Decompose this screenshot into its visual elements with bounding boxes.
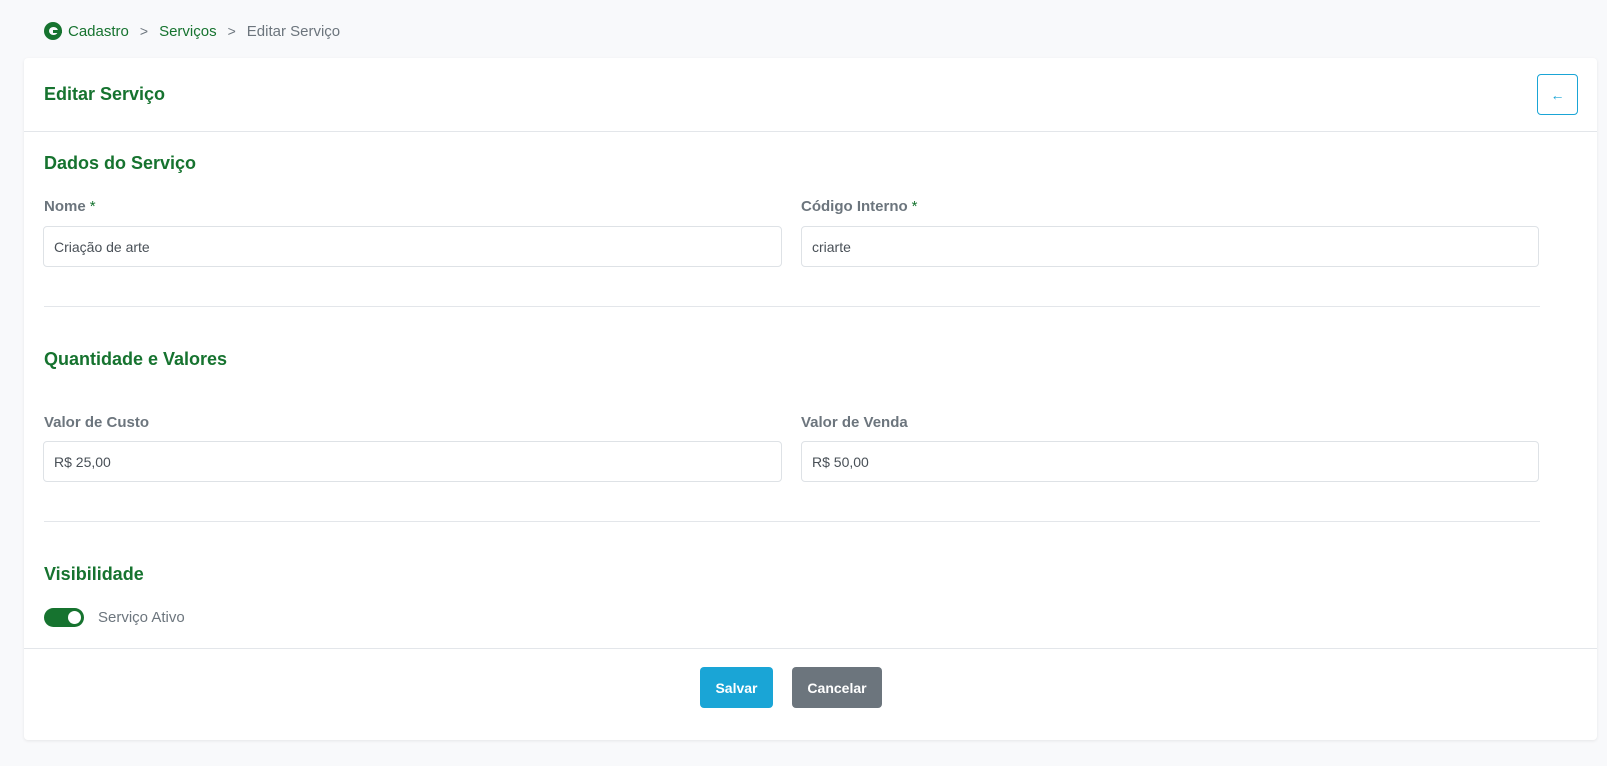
name-label: Nome * bbox=[44, 198, 96, 215]
divider bbox=[44, 306, 1540, 307]
card-footer: Salvar Cancelar bbox=[24, 648, 1597, 740]
cancel-button[interactable]: Cancelar bbox=[792, 667, 882, 708]
back-button[interactable]: ← bbox=[1537, 74, 1578, 115]
divider bbox=[44, 521, 1540, 522]
edit-service-card: Editar Serviço ← Dados do Serviço Nome * … bbox=[24, 58, 1597, 740]
breadcrumb-cadastro[interactable]: Cadastro bbox=[68, 23, 129, 40]
cost-label: Valor de Custo bbox=[44, 414, 150, 431]
code-label: Código Interno * bbox=[801, 198, 918, 215]
breadcrumb-current: Editar Serviço bbox=[246, 22, 341, 40]
save-button[interactable]: Salvar bbox=[700, 667, 773, 708]
active-toggle-label: Serviço Ativo bbox=[98, 609, 185, 626]
arrow-left-icon: ← bbox=[1550, 86, 1565, 103]
card-header: Editar Serviço ← bbox=[24, 58, 1597, 132]
name-input[interactable] bbox=[43, 226, 782, 267]
required-mark: * bbox=[89, 198, 96, 215]
section-title-values: Quantidade e Valores bbox=[44, 349, 228, 369]
section-title-service-data: Dados do Serviço bbox=[44, 153, 197, 173]
toggle-knob bbox=[68, 611, 81, 624]
code-label-text: Código Interno bbox=[801, 198, 908, 215]
chevron-right-icon: > bbox=[139, 23, 149, 39]
cost-value-input[interactable] bbox=[43, 441, 782, 482]
name-label-text: Nome bbox=[44, 198, 86, 215]
brand-logo-icon[interactable] bbox=[44, 22, 62, 40]
internal-code-input[interactable] bbox=[801, 226, 1539, 267]
chevron-right-icon: > bbox=[227, 23, 236, 39]
active-toggle[interactable] bbox=[44, 608, 84, 627]
page-title: Editar Serviço bbox=[44, 84, 166, 104]
breadcrumb: Cadastro > Serviços > Editar Serviço bbox=[44, 20, 340, 42]
sale-value-input[interactable] bbox=[801, 441, 1539, 482]
breadcrumb-servicos[interactable]: Serviços bbox=[159, 23, 217, 40]
section-title-visibility: Visibilidade bbox=[44, 564, 144, 584]
sale-label: Valor de Venda bbox=[801, 414, 908, 431]
required-mark: * bbox=[911, 198, 918, 215]
